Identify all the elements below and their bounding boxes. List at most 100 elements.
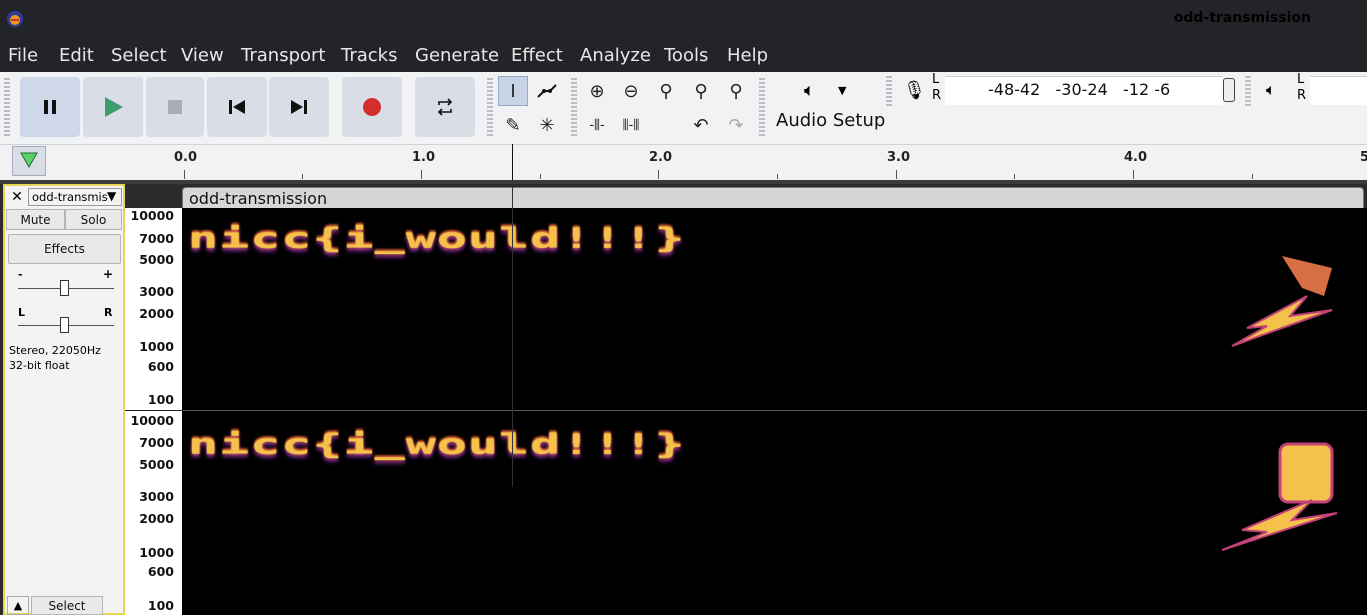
audio-setup-label: Audio Setup bbox=[776, 110, 886, 131]
redo-button[interactable]: ↷ bbox=[721, 110, 751, 140]
multi-tool-button[interactable]: ✳ bbox=[532, 110, 562, 140]
skip-to-end-icon bbox=[291, 100, 307, 114]
clip-title: odd-transmission bbox=[189, 189, 328, 208]
mute-button[interactable]: Mute bbox=[6, 209, 65, 230]
gain-minus-label: - bbox=[18, 268, 23, 281]
time-label: 3.0 bbox=[887, 150, 911, 165]
menu-select[interactable]: Select bbox=[111, 45, 167, 66]
loop-icon bbox=[437, 98, 453, 116]
time-tick bbox=[421, 170, 422, 179]
playback-speaker-icon: 🔈︎ bbox=[1266, 80, 1276, 99]
collapse-triangle-icon: ▲ bbox=[13, 599, 23, 612]
title-bar bbox=[0, 0, 1367, 38]
menu-help[interactable]: Help bbox=[727, 45, 768, 66]
zoom-in-icon: ⊕ bbox=[589, 80, 605, 102]
freq-label: 1000 bbox=[139, 339, 174, 354]
toolbar-grip[interactable] bbox=[487, 78, 493, 138]
timeline-ruler[interactable] bbox=[0, 144, 1367, 181]
selection-tool-button[interactable]: I bbox=[498, 76, 528, 106]
freq-label: 2000 bbox=[139, 306, 174, 321]
envelope-tool-button[interactable] bbox=[532, 76, 562, 106]
solo-button[interactable]: Solo bbox=[65, 209, 122, 230]
play-icon bbox=[105, 97, 123, 117]
audio-setup-button[interactable]: 🔈︎ ▼ Audio Setup bbox=[768, 76, 885, 140]
freq-label: 10000 bbox=[130, 208, 175, 223]
silence-button[interactable]: ⫼-⫼ bbox=[616, 110, 646, 140]
time-tick bbox=[1252, 174, 1253, 179]
skip-end-button[interactable] bbox=[269, 77, 329, 137]
freq-label: 100 bbox=[147, 392, 174, 407]
fit-project-button[interactable]: ⚲ bbox=[686, 76, 716, 106]
menu-file[interactable]: File bbox=[8, 45, 38, 66]
toolbar-grip[interactable] bbox=[886, 76, 892, 106]
select-track-button[interactable]: Select bbox=[31, 596, 103, 615]
loop-button[interactable] bbox=[415, 77, 475, 137]
toolbar-grip[interactable] bbox=[759, 78, 765, 138]
pause-icon bbox=[44, 100, 56, 114]
freq-label: 600 bbox=[147, 564, 174, 579]
menu-tracks[interactable]: Tracks bbox=[341, 45, 397, 66]
zoom-selection-icon: ⚲ bbox=[659, 80, 673, 102]
play-meter-r-label: R bbox=[1297, 88, 1307, 103]
zoom-out-icon: ⊖ bbox=[623, 80, 639, 102]
menu-view[interactable]: View bbox=[181, 45, 224, 66]
gain-plus-label: + bbox=[103, 267, 114, 281]
track-menu-button[interactable]: odd-transmis ▼ bbox=[28, 188, 122, 206]
channel-separator bbox=[182, 410, 1367, 411]
stop-button[interactable] bbox=[146, 77, 204, 137]
skip-start-button[interactable] bbox=[207, 77, 267, 137]
pencil-icon: ✎ bbox=[505, 114, 521, 136]
zoom-toggle-button[interactable]: ⚲ bbox=[721, 76, 751, 106]
meter-l-label: L bbox=[932, 72, 940, 87]
meter-scale: -48-42 -30-24 -12 -6 bbox=[988, 80, 1171, 99]
speaker-icon: 🔈︎ bbox=[804, 80, 815, 101]
draw-tool-button[interactable]: ✎ bbox=[498, 110, 528, 140]
pause-button[interactable] bbox=[20, 77, 80, 137]
toolbar-grip[interactable] bbox=[1245, 76, 1251, 106]
zoom-toggle-icon: ⚲ bbox=[729, 80, 743, 102]
redo-icon: ↷ bbox=[728, 114, 744, 136]
time-label: 4.0 bbox=[1124, 150, 1148, 165]
menu-generate[interactable]: Generate bbox=[415, 45, 499, 66]
time-label: 2.0 bbox=[649, 150, 673, 165]
zoom-in-button[interactable]: ⊕ bbox=[582, 76, 612, 106]
time-tick bbox=[777, 174, 778, 179]
collapse-track-button[interactable]: ▲ bbox=[7, 596, 29, 615]
undo-button[interactable]: ↶ bbox=[686, 110, 716, 140]
close-track-button[interactable]: ✕ bbox=[8, 188, 26, 206]
spectrogram-channel-1-pattern: nicc{i_would!!!} bbox=[188, 222, 686, 254]
meter-slider-thumb[interactable] bbox=[1223, 78, 1235, 102]
gain-slider-thumb[interactable] bbox=[60, 280, 69, 296]
freq-label: 5000 bbox=[139, 252, 174, 267]
time-tick bbox=[1014, 174, 1015, 179]
zoom-out-button[interactable]: ⊖ bbox=[616, 76, 646, 106]
channel-divider bbox=[125, 410, 182, 411]
trim-button[interactable]: -⫼- bbox=[582, 110, 612, 140]
fit-selection-button[interactable]: ⚲ bbox=[651, 76, 681, 106]
menu-edit[interactable]: Edit bbox=[59, 45, 94, 66]
play-button[interactable] bbox=[83, 77, 143, 137]
playhead-cursor[interactable] bbox=[512, 144, 513, 180]
clip-header[interactable]: odd-transmission bbox=[182, 187, 1364, 209]
play-meter-l-label: L bbox=[1297, 72, 1305, 87]
menu-effect[interactable]: Effect bbox=[511, 45, 563, 66]
audacity-logo-icon bbox=[7, 11, 23, 27]
skip-to-start-icon bbox=[229, 100, 245, 114]
pan-slider-thumb[interactable] bbox=[60, 317, 69, 333]
timeline-options-button[interactable] bbox=[12, 146, 46, 176]
envelope-icon bbox=[537, 84, 557, 98]
toolbar-grip[interactable] bbox=[571, 78, 577, 138]
menu-tools[interactable]: Tools bbox=[664, 45, 708, 66]
time-label: 5 bbox=[1360, 150, 1367, 165]
menu-analyze[interactable]: Analyze bbox=[580, 45, 651, 66]
track-sample-format: 32-bit float bbox=[9, 359, 70, 372]
time-tick bbox=[658, 170, 659, 179]
playback-meter[interactable] bbox=[1310, 76, 1367, 105]
i-beam-icon: I bbox=[510, 80, 516, 102]
effects-button[interactable]: Effects bbox=[8, 234, 121, 264]
pan-right-label: R bbox=[104, 306, 113, 319]
spectrogram-view[interactable]: nicc{i_would!!!} nicc{i_would!!!} bbox=[182, 208, 1367, 615]
record-button[interactable] bbox=[342, 77, 402, 137]
toolbar-grip[interactable] bbox=[4, 78, 10, 138]
menu-transport[interactable]: Transport bbox=[241, 45, 325, 66]
